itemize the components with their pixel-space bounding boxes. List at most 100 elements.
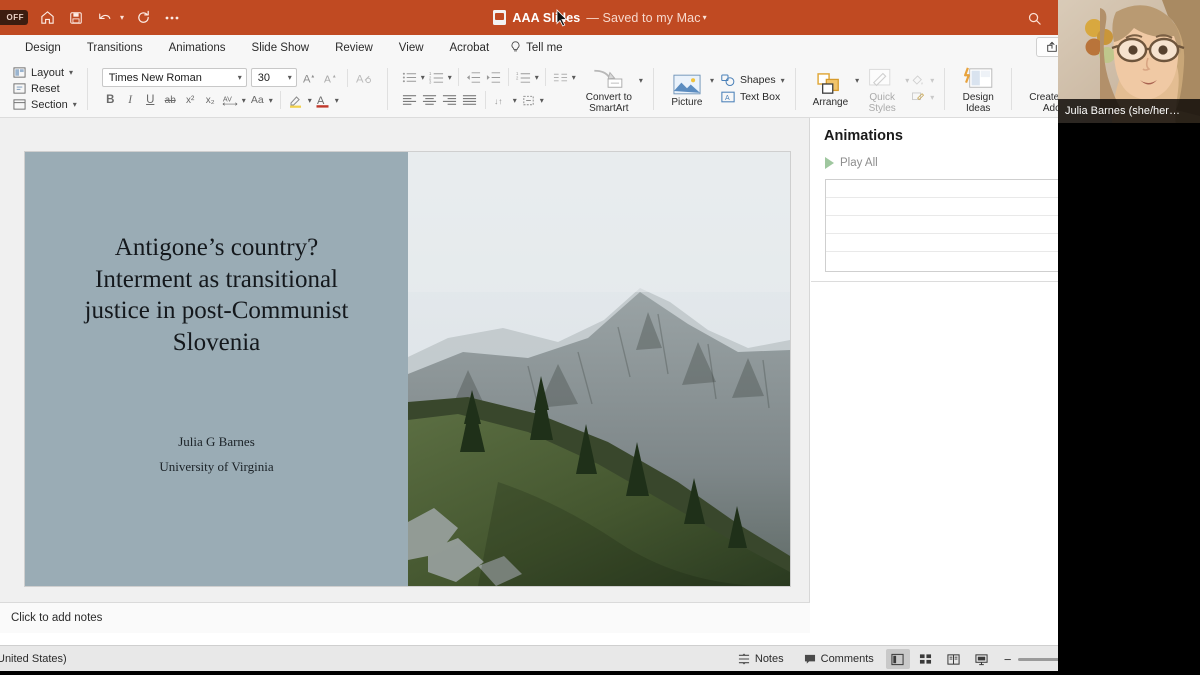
decrease-indent-button[interactable] — [465, 69, 482, 86]
change-case-chevron-down-icon[interactable]: ▾ — [269, 96, 273, 105]
highlight-chevron-down-icon[interactable]: ▾ — [308, 96, 312, 105]
align-text-button[interactable] — [520, 92, 537, 109]
section-button[interactable]: Section ▾ — [12, 98, 77, 112]
svg-text:A: A — [324, 74, 331, 84]
ribbon-separator — [794, 67, 796, 110]
align-center-button[interactable] — [421, 92, 438, 109]
redo-icon[interactable] — [133, 8, 153, 28]
slide-editing-area[interactable]: Antigone’s country? Interment as transit… — [0, 118, 810, 633]
shapes-button[interactable]: Shapes ▾ — [721, 73, 785, 87]
font-size-select[interactable]: 30 ▾ — [250, 68, 297, 87]
font-size-chevron-down-icon[interactable]: ▾ — [288, 73, 292, 82]
reset-button[interactable]: Reset — [12, 82, 77, 96]
home-icon[interactable] — [37, 8, 57, 28]
font-family-chevron-down-icon[interactable]: ▾ — [238, 73, 242, 82]
shape-fill-button[interactable]: ▾ — [911, 73, 934, 87]
arrange-button[interactable]: Arrange — [806, 69, 856, 108]
numbering-chevron-down-icon[interactable]: ▾ — [448, 73, 452, 82]
normal-view-button[interactable] — [885, 649, 910, 669]
save-icon[interactable] — [66, 8, 86, 28]
increase-indent-button[interactable] — [485, 69, 502, 86]
search-icon[interactable] — [1023, 7, 1045, 29]
undo-icon[interactable] — [95, 8, 115, 28]
slide-title-textbox[interactable]: Antigone’s country? Interment as transit… — [39, 232, 394, 358]
italic-button[interactable]: I — [122, 92, 139, 109]
tell-me-search[interactable]: Tell me — [502, 38, 575, 57]
tab-view[interactable]: View — [386, 39, 437, 57]
bullets-button[interactable] — [401, 69, 418, 86]
superscript-button[interactable]: x² — [182, 92, 199, 109]
language-indicator[interactable]: United States) — [0, 653, 67, 665]
bold-button[interactable]: B — [102, 92, 119, 109]
comments-toggle-button[interactable]: Comments — [794, 653, 884, 665]
font-color-chevron-down-icon[interactable]: ▾ — [335, 96, 339, 105]
autosave-off-badge[interactable]: OFF — [0, 10, 28, 25]
tab-design[interactable]: Design — [12, 39, 74, 57]
text-direction-button[interactable]: ↓↑ — [493, 92, 510, 109]
tab-slide-show[interactable]: Slide Show — [239, 39, 323, 57]
numbering-button[interactable]: 123 — [428, 69, 445, 86]
text-highlight-color-button[interactable] — [288, 92, 305, 109]
slide-sorter-view-button[interactable] — [914, 649, 938, 669]
subscript-button[interactable]: x₂ — [202, 92, 219, 109]
increase-font-size-button[interactable]: A — [301, 69, 318, 86]
slide-text-area[interactable]: Antigone’s country? Interment as transit… — [25, 152, 408, 586]
layout-button[interactable]: Layout ▾ — [12, 66, 77, 80]
shape-format-button[interactable]: ▾ — [911, 90, 934, 104]
text-direction-chevron-down-icon[interactable]: ▾ — [513, 96, 517, 105]
text-box-button[interactable]: A Text Box — [721, 90, 785, 104]
shapes-chevron-down-icon[interactable]: ▾ — [781, 76, 785, 85]
underline-button[interactable]: U — [142, 92, 159, 109]
strikethrough-button[interactable]: ab — [162, 92, 179, 109]
play-all-button[interactable]: Play All — [825, 156, 878, 169]
picture-button[interactable]: Picture — [664, 69, 710, 108]
columns-chevron-down-icon[interactable]: ▾ — [572, 73, 576, 82]
arrange-icon — [817, 69, 843, 95]
slide-canvas[interactable]: Antigone’s country? Interment as transit… — [25, 152, 790, 586]
character-spacing-chevron-down-icon[interactable]: ▾ — [242, 96, 246, 105]
line-spacing-button[interactable]: 12 — [515, 69, 532, 86]
justify-button[interactable] — [461, 92, 478, 109]
reading-view-button[interactable] — [942, 649, 966, 669]
shape-fill-chevron-down-icon[interactable]: ▾ — [930, 76, 934, 85]
clear-formatting-button[interactable]: A — [356, 69, 373, 86]
bullets-chevron-down-icon[interactable]: ▾ — [421, 73, 425, 82]
video-overlay[interactable]: Julia Barnes (she/her… — [1058, 0, 1200, 123]
notes-pane[interactable]: Click to add notes — [0, 602, 810, 633]
tab-transitions[interactable]: Transitions — [74, 39, 156, 57]
shape-outline-icon — [911, 90, 925, 104]
tab-animations[interactable]: Animations — [156, 39, 239, 57]
picture-label: Picture — [671, 97, 703, 108]
align-left-button[interactable] — [401, 92, 418, 109]
design-ideas-button[interactable]: Design Ideas — [955, 64, 1001, 114]
zoom-out-button[interactable]: − — [1004, 652, 1012, 667]
ribbon-separator — [346, 68, 348, 87]
character-spacing-button[interactable]: AV — [222, 92, 239, 109]
ribbon-tab-bar: Design Transitions Animations Slide Show… — [0, 35, 1200, 60]
section-chevron-down-icon[interactable]: ▾ — [73, 100, 77, 109]
line-spacing-chevron-down-icon[interactable]: ▾ — [535, 73, 539, 82]
document-menu-chevron-icon[interactable]: ▾ — [703, 13, 707, 22]
tab-acrobat[interactable]: Acrobat — [437, 39, 503, 57]
text-box-icon: A — [721, 90, 735, 104]
notes-toggle-button[interactable]: Notes — [728, 653, 794, 665]
slide-image-mountain-landscape[interactable] — [408, 152, 790, 586]
align-right-button[interactable] — [441, 92, 458, 109]
change-case-button[interactable]: Aa — [249, 92, 266, 109]
decrease-font-size-button[interactable]: A — [322, 69, 339, 86]
columns-button[interactable] — [552, 69, 569, 86]
shape-format-chevron-down-icon[interactable]: ▾ — [930, 93, 934, 102]
slide-subtitle-textbox[interactable]: Julia G Barnes University of Virginia — [55, 429, 378, 479]
slide-show-view-button[interactable] — [970, 649, 994, 669]
font-color-button[interactable]: A — [315, 92, 332, 109]
smartart-chevron-down-icon[interactable]: ▾ — [639, 76, 643, 85]
layout-chevron-down-icon[interactable]: ▾ — [69, 68, 73, 77]
align-text-chevron-down-icon[interactable]: ▾ — [540, 96, 544, 105]
slide-sorter-icon — [920, 654, 932, 664]
convert-to-smartart-button[interactable]: Convert to SmartArt — [579, 64, 639, 114]
undo-dropdown-icon[interactable]: ▾ — [120, 13, 124, 22]
tab-review[interactable]: Review — [322, 39, 386, 57]
font-family-select[interactable]: Times New Roman ▾ — [101, 68, 247, 87]
quick-styles-button[interactable]: Quick Styles — [859, 64, 905, 114]
more-icon[interactable] — [162, 8, 182, 28]
